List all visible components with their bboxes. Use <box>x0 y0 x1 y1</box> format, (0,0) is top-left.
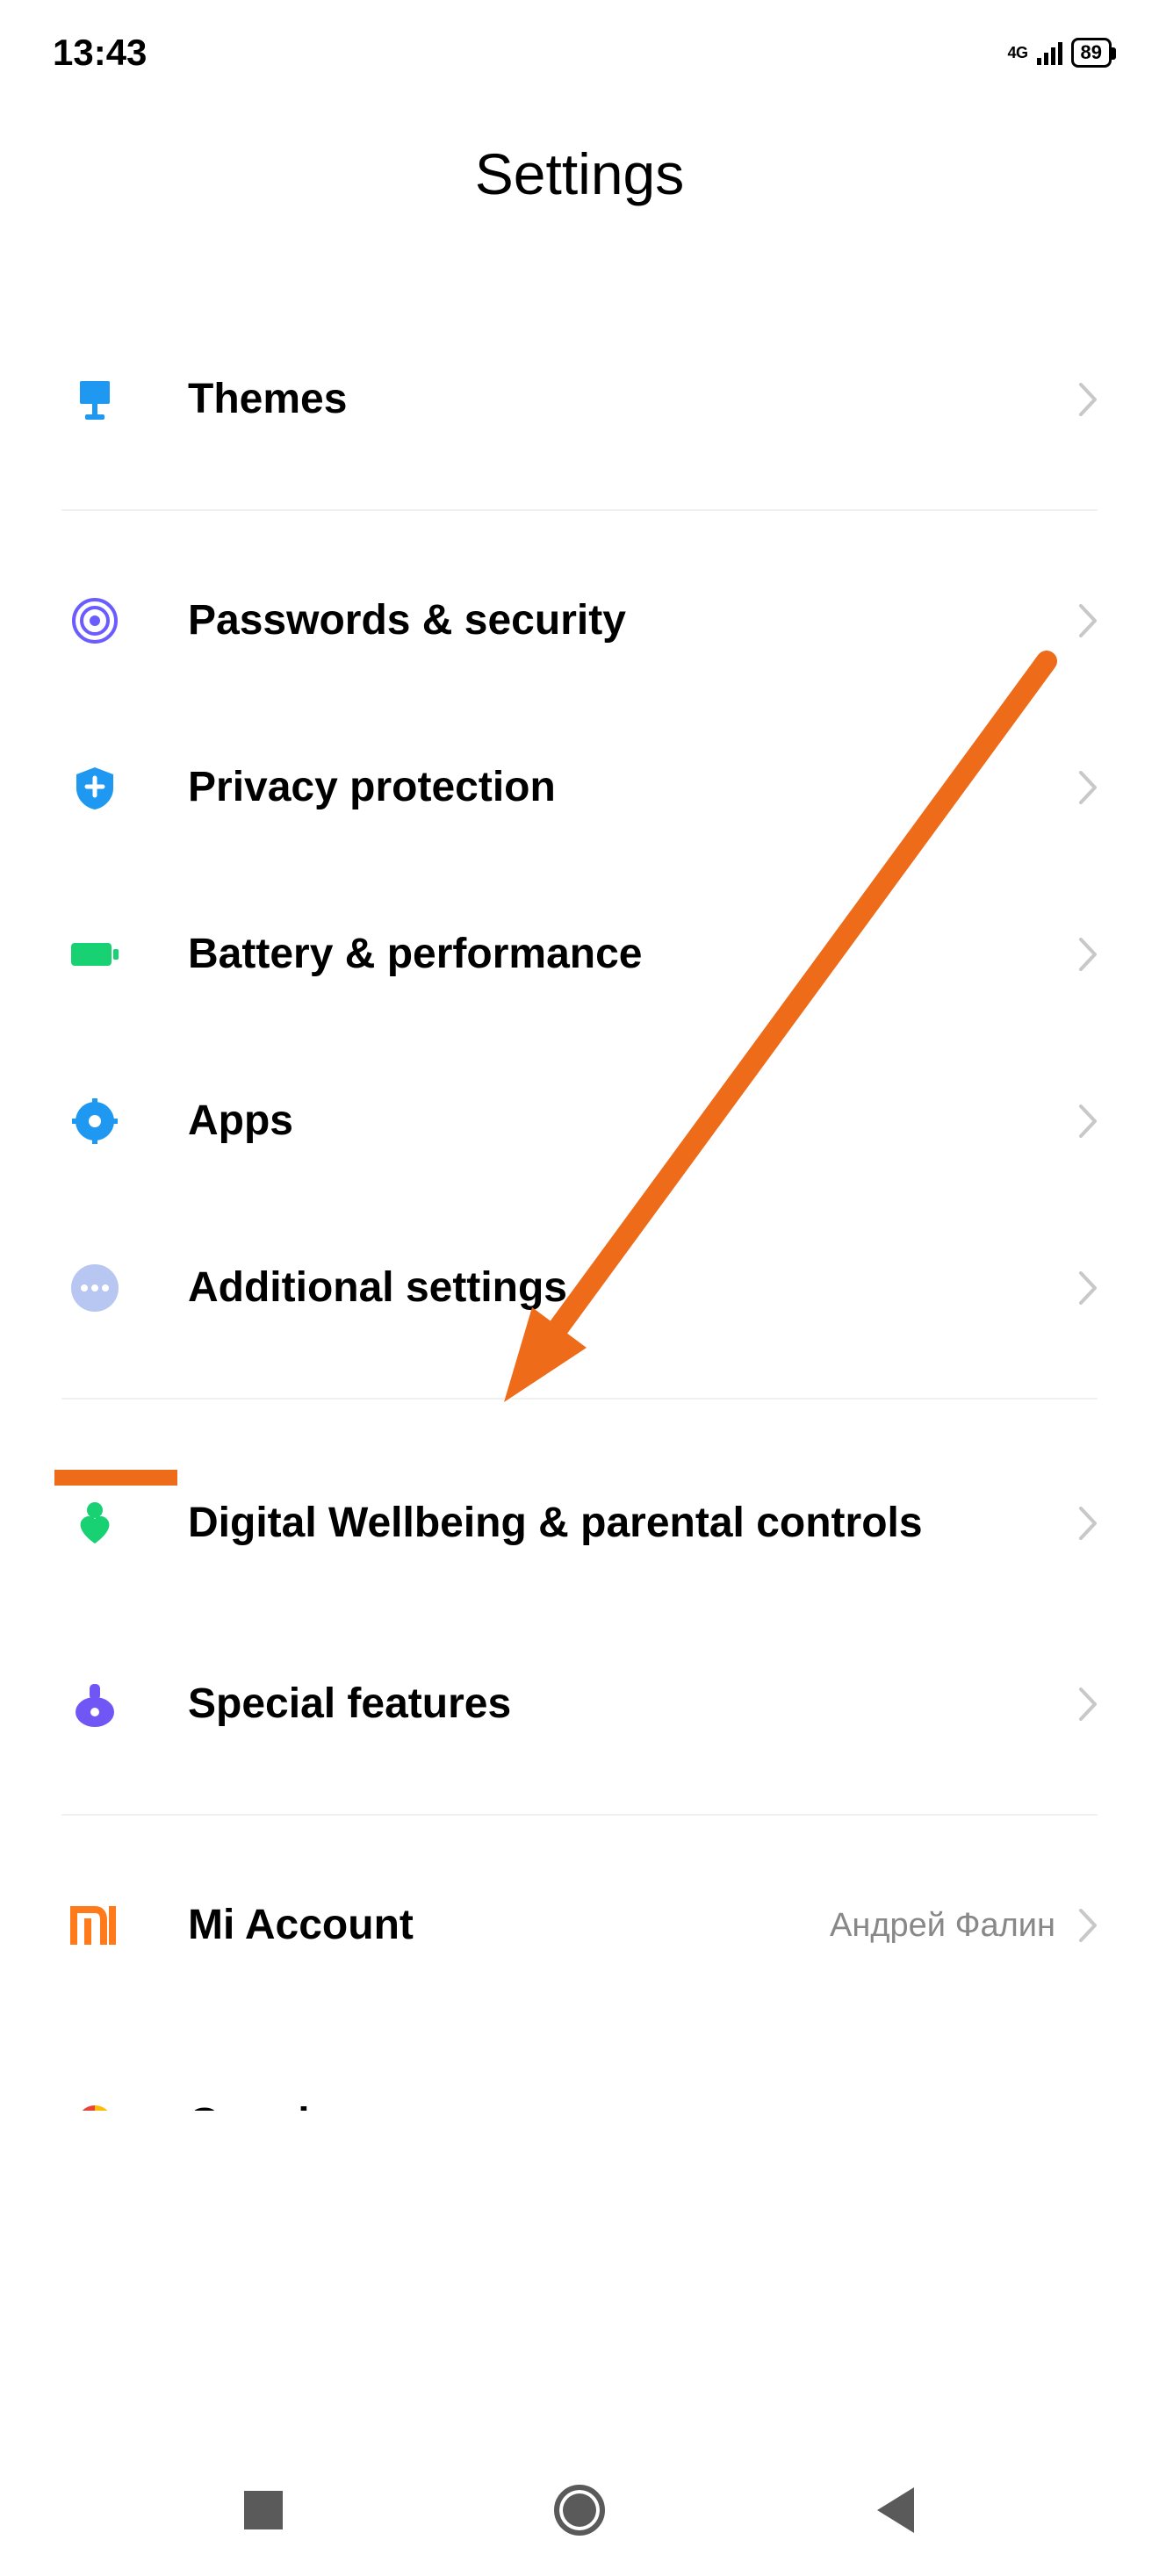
settings-row-apps[interactable]: Apps <box>0 1038 1159 1205</box>
shield-icon <box>68 761 121 814</box>
heart-person-icon <box>68 1497 121 1550</box>
mi-logo-icon <box>68 1899 121 1952</box>
settings-row-wallpaper[interactable]: Wallpaper <box>0 260 1159 316</box>
network-4g-indicator: 4G <box>1008 45 1028 61</box>
settings-row-privacy[interactable]: Privacy protection <box>0 704 1159 871</box>
settings-row-mi-account[interactable]: Mi Account Андрей Фалин <box>0 1842 1159 2009</box>
settings-row-label: Special features <box>188 1679 1078 1730</box>
settings-row-special[interactable]: Special features <box>0 1621 1159 1788</box>
status-bar: 13:43 4G 89 <box>0 0 1159 97</box>
settings-row-label: Passwords & security <box>188 595 1078 646</box>
section-divider <box>61 1398 1098 1400</box>
square-icon <box>244 2491 283 2529</box>
settings-row-label: Battery & performance <box>188 929 1078 980</box>
themes-icon <box>68 373 121 426</box>
settings-row-value: Андрей Фалин <box>830 1907 1055 1945</box>
triangle-back-icon <box>877 2487 914 2533</box>
nav-recents-button[interactable] <box>228 2475 299 2545</box>
chevron-right-icon <box>1078 1908 1098 1943</box>
signal-bars-icon <box>1037 40 1062 65</box>
battery-level: 89 <box>1081 41 1102 64</box>
settings-row-google[interactable]: Google <box>0 2009 1159 2111</box>
battery-icon <box>68 928 121 981</box>
settings-row-additional[interactable]: Additional settings <box>0 1205 1159 1371</box>
settings-row-label: Digital Wellbeing & parental controls <box>188 1498 1078 1549</box>
chevron-right-icon <box>1078 937 1098 972</box>
settings-row-label: Themes <box>188 374 1078 425</box>
settings-row-battery[interactable]: Battery & performance <box>0 871 1159 1038</box>
settings-row-label: Privacy protection <box>188 762 1078 813</box>
chevron-right-icon <box>1078 770 1098 805</box>
more-icon <box>68 1262 121 1314</box>
settings-list: Wallpaper Themes Passwords & security Pr… <box>0 260 1159 2111</box>
gear-icon <box>68 1095 121 1148</box>
settings-row-label: Google <box>188 2098 1078 2111</box>
circle-icon <box>554 2485 605 2536</box>
page-title: Settings <box>0 97 1159 260</box>
chevron-right-icon <box>1078 603 1098 638</box>
flask-icon <box>68 1678 121 1731</box>
status-indicators: 4G 89 <box>1008 38 1112 68</box>
settings-row-label: Mi Account <box>188 1900 830 1951</box>
battery-indicator: 89 <box>1071 38 1112 68</box>
chevron-right-icon <box>1078 1687 1098 1722</box>
chevron-right-icon <box>1078 1270 1098 1306</box>
nav-back-button[interactable] <box>860 2475 931 2545</box>
chevron-right-icon <box>1078 1104 1098 1139</box>
chevron-right-icon <box>1078 382 1098 417</box>
fingerprint-icon <box>68 594 121 647</box>
section-divider <box>61 1814 1098 1816</box>
settings-row-themes[interactable]: Themes <box>0 316 1159 483</box>
status-time: 13:43 <box>53 32 147 74</box>
settings-row-label: Apps <box>188 1096 1078 1147</box>
settings-row-passwords[interactable]: Passwords & security <box>0 537 1159 704</box>
settings-row-wellbeing[interactable]: Digital Wellbeing & parental controls <box>0 1426 1159 1621</box>
settings-row-label: Additional settings <box>188 1263 1078 1313</box>
navigation-bar <box>0 2444 1159 2576</box>
google-logo-icon <box>68 2097 121 2111</box>
chevron-right-icon <box>1078 1506 1098 1541</box>
section-divider <box>61 509 1098 511</box>
nav-home-button[interactable] <box>544 2475 615 2545</box>
